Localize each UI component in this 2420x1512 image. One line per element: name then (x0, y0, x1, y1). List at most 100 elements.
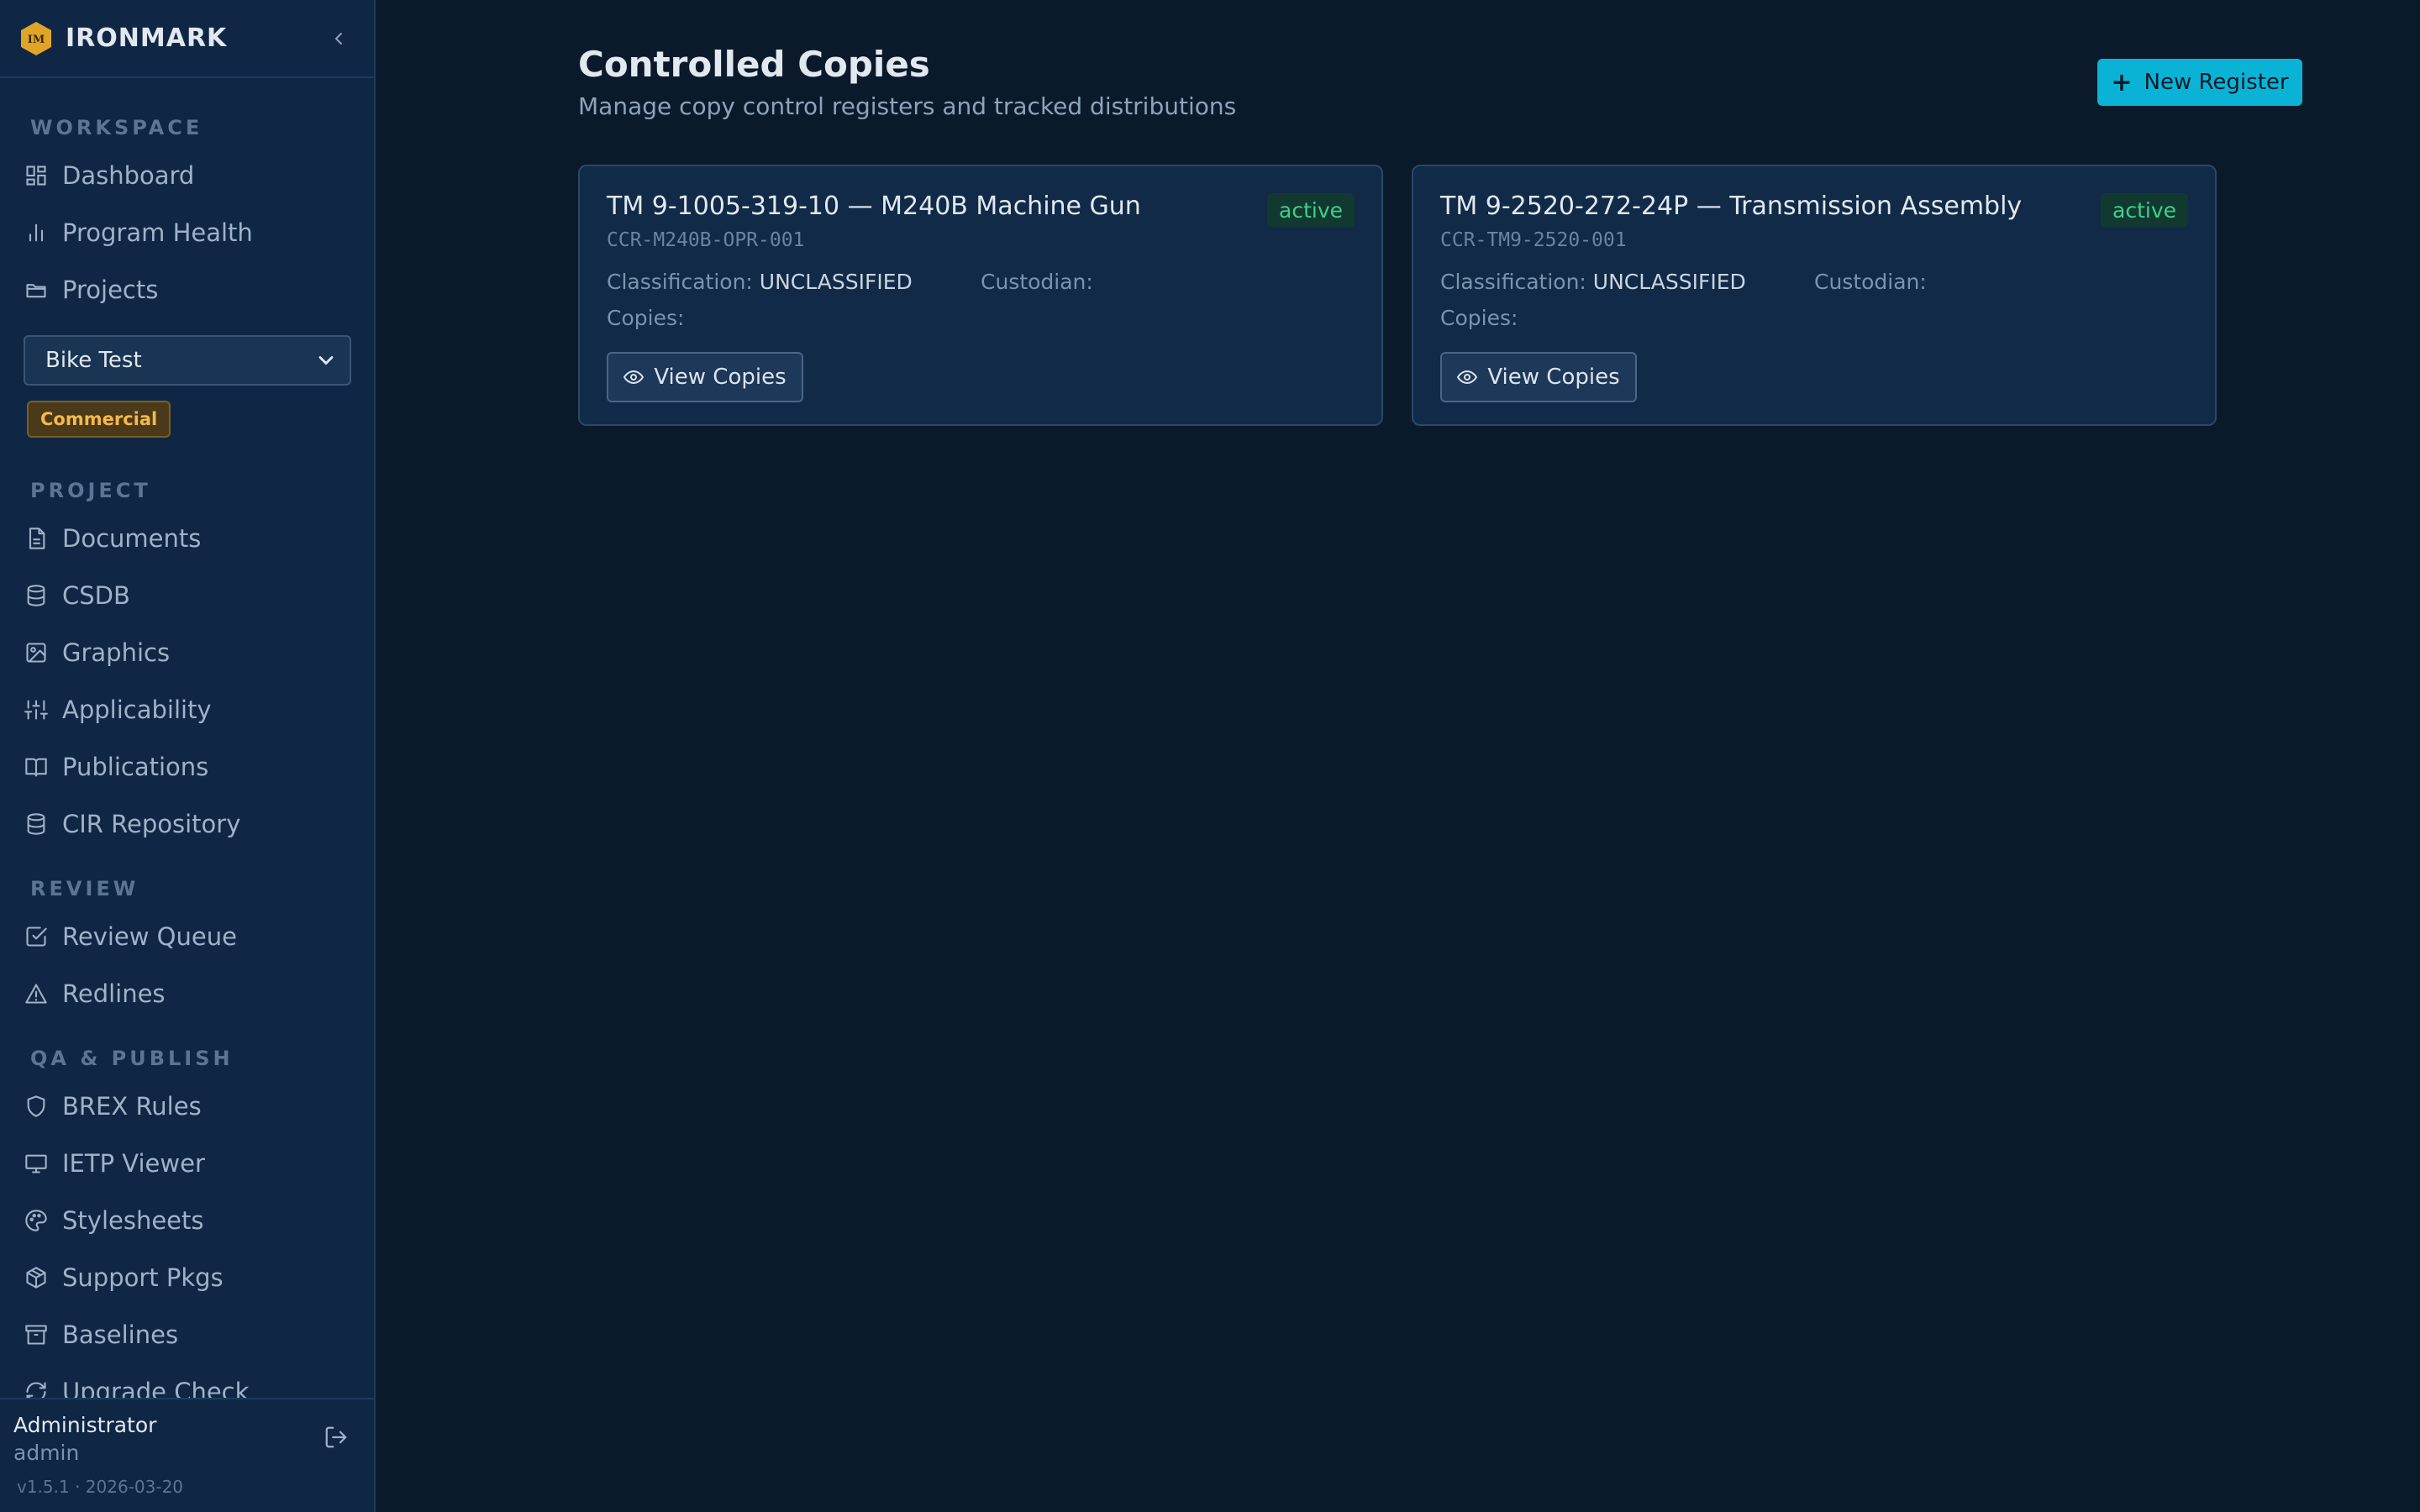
sidebar-item-upgrade-check[interactable]: Upgrade Check (0, 1363, 374, 1398)
package-icon (24, 1265, 49, 1290)
sidebar-item-documents[interactable]: Documents (0, 510, 374, 567)
sidebar-item-csdb[interactable]: CSDB (0, 567, 374, 624)
eye-icon (1457, 367, 1478, 387)
sidebar-item-label: Redlines (62, 979, 166, 1008)
new-register-label: New Register (2144, 70, 2289, 95)
palette-icon (24, 1208, 49, 1233)
archive-icon (24, 1322, 49, 1347)
sidebar-item-support-pkgs[interactable]: Support Pkgs (0, 1249, 374, 1306)
brand-header: IM IRONMARK (0, 0, 374, 78)
sliders-icon (24, 697, 49, 722)
copies-label: Copies: (607, 306, 685, 330)
section-label-workspace: WORKSPACE (30, 116, 203, 139)
sidebar-item-label: IETP Viewer (62, 1149, 205, 1178)
sidebar-item-label: Publications (62, 753, 209, 781)
sidebar-nav: WORKSPACE Dashboard Program Health Proje… (0, 78, 374, 1398)
register-code: CCR-M240B-OPR-001 (607, 229, 805, 251)
register-card: TM 9-1005-319-10 — M240B Machine Gun CCR… (578, 165, 1383, 426)
sidebar-item-ietp-viewer[interactable]: IETP Viewer (0, 1135, 374, 1192)
sidebar-item-label: Program Health (62, 218, 253, 247)
database-icon (24, 583, 49, 608)
sidebar-item-stylesheets[interactable]: Stylesheets (0, 1192, 374, 1249)
sidebar: IM IRONMARK WORKSPACE Dashboard Program … (0, 0, 376, 1512)
sidebar-item-label: Review Queue (62, 922, 237, 951)
dashboard-icon (24, 163, 49, 188)
folder-icon (24, 277, 49, 302)
status-badge: active (2101, 193, 2188, 228)
sidebar-item-label: CSDB (62, 581, 130, 610)
register-title: TM 9-1005-319-10 — M240B Machine Gun (607, 192, 1141, 221)
sidebar-item-applicability[interactable]: Applicability (0, 681, 374, 738)
sidebar-item-label: Projects (62, 276, 159, 304)
chevron-down-icon (318, 356, 334, 365)
collapse-sidebar-button[interactable] (322, 22, 355, 55)
page-subtitle: Manage copy control registers and tracke… (578, 92, 1237, 120)
shield-icon (24, 1094, 49, 1119)
logout-icon (325, 1426, 347, 1448)
checkbox-icon (24, 924, 49, 949)
bar-chart-icon (24, 220, 49, 245)
brand-name: IRONMARK (66, 24, 228, 53)
image-icon (24, 640, 49, 665)
sidebar-item-label: Graphics (62, 638, 171, 667)
project-select[interactable]: Bike Test (24, 335, 351, 386)
user-role: admin (13, 1441, 80, 1465)
sidebar-item-label: Applicability (62, 696, 212, 724)
svg-text:IM: IM (28, 34, 45, 46)
view-copies-label: View Copies (654, 365, 786, 390)
sidebar-item-redlines[interactable]: Redlines (0, 965, 374, 1022)
classification-value: UNCLASSIFIED (759, 270, 913, 294)
app-version: v1.5.1 · 2026-03-20 (17, 1477, 184, 1497)
main-content: Controlled Copies Manage copy control re… (376, 0, 2420, 1512)
sidebar-item-baselines[interactable]: Baselines (0, 1306, 374, 1363)
view-copies-label: View Copies (1487, 365, 1620, 390)
database-icon (24, 811, 49, 837)
sidebar-item-label: Upgrade Check (62, 1378, 250, 1398)
sidebar-item-brex-rules[interactable]: BREX Rules (0, 1078, 374, 1135)
view-copies-button[interactable]: View Copies (1440, 352, 1637, 402)
custodian-label: Custodian: (981, 270, 1093, 294)
sidebar-item-label: Dashboard (62, 161, 195, 190)
sidebar-item-cir-repository[interactable]: CIR Repository (0, 795, 374, 853)
sidebar-item-label: Stylesheets (62, 1206, 204, 1235)
sidebar-item-label: Support Pkgs (62, 1263, 224, 1292)
register-code: CCR-TM9-2520-001 (1440, 229, 1627, 251)
view-copies-button[interactable]: View Copies (607, 352, 803, 402)
classification-label: Classification: (607, 270, 753, 294)
document-icon (24, 526, 49, 551)
book-icon (24, 754, 49, 780)
section-label-qa-publish: QA & PUBLISH (30, 1047, 234, 1070)
page-title: Controlled Copies (578, 44, 930, 85)
plus-icon: + (2111, 67, 2133, 97)
monitor-icon (24, 1151, 49, 1176)
section-label-review: REVIEW (30, 877, 139, 900)
custodian-label: Custodian: (1814, 270, 1927, 294)
sidebar-footer: Administrator admin v1.5.1 · 2026-03-20 (0, 1398, 374, 1512)
classification-value: UNCLASSIFIED (1592, 270, 1746, 294)
sidebar-item-label: Baselines (62, 1320, 179, 1349)
sidebar-item-projects[interactable]: Projects (0, 261, 374, 318)
sidebar-item-dashboard[interactable]: Dashboard (0, 147, 374, 204)
sidebar-item-label: BREX Rules (62, 1092, 202, 1121)
classification-label: Classification: (1440, 270, 1586, 294)
sidebar-item-label: CIR Repository (62, 810, 241, 838)
status-badge: active (1267, 193, 1355, 228)
sidebar-item-program-health[interactable]: Program Health (0, 204, 374, 261)
user-name: Administrator (13, 1413, 157, 1437)
copies-label: Copies: (1440, 306, 1518, 330)
ironmark-logo-icon: IM (18, 21, 54, 56)
register-card: TM 9-2520-272-24P — Transmission Assembl… (1412, 165, 2217, 426)
sidebar-item-graphics[interactable]: Graphics (0, 624, 374, 681)
new-register-button[interactable]: + New Register (2097, 59, 2302, 106)
register-cards: TM 9-1005-319-10 — M240B Machine Gun CCR… (578, 165, 2217, 426)
logout-button[interactable] (324, 1425, 354, 1455)
register-title: TM 9-2520-272-24P — Transmission Assembl… (1440, 192, 2023, 221)
sidebar-item-label: Documents (62, 524, 202, 553)
chevron-left-icon (334, 32, 342, 45)
sidebar-item-review-queue[interactable]: Review Queue (0, 908, 374, 965)
eye-icon (623, 367, 644, 387)
warning-icon (24, 981, 49, 1006)
refresh-icon (24, 1379, 49, 1398)
section-label-project: PROJECT (30, 479, 151, 502)
sidebar-item-publications[interactable]: Publications (0, 738, 374, 795)
